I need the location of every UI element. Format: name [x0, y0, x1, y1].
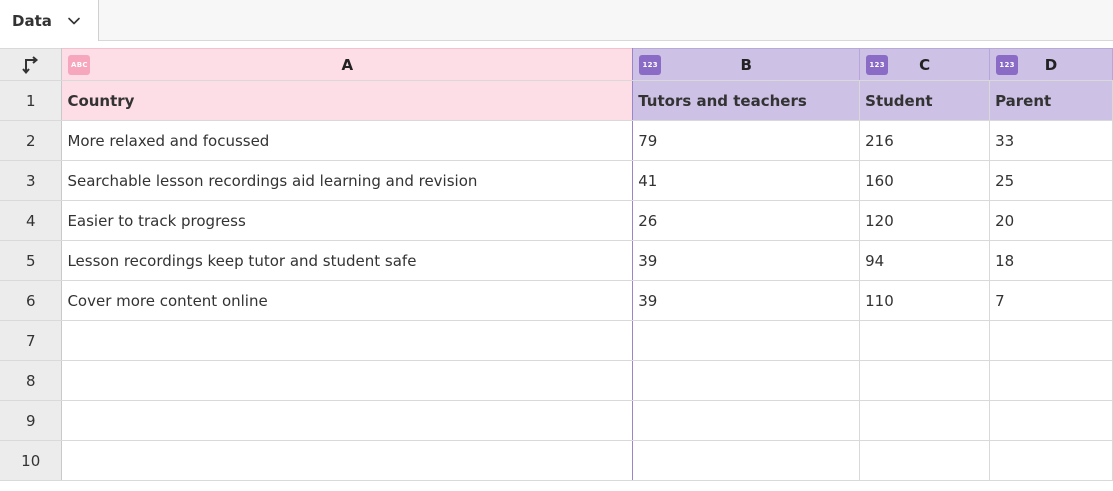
- row-number[interactable]: 10: [0, 440, 63, 481]
- table-cell[interactable]: Tutors and teachers: [632, 80, 861, 121]
- table-row: 10: [0, 440, 1113, 481]
- table-row: 5 Lesson recordings keep tutor and stude…: [0, 240, 1113, 281]
- table-cell[interactable]: [632, 400, 861, 441]
- table-row: 9: [0, 400, 1113, 441]
- row-number[interactable]: 3: [0, 160, 63, 201]
- column-header-d[interactable]: 123 D: [989, 48, 1113, 81]
- tab-data[interactable]: Data: [0, 0, 99, 41]
- tab-label: Data: [12, 11, 52, 30]
- column-header-b[interactable]: 123 B: [632, 48, 861, 81]
- table-cell[interactable]: [61, 320, 634, 361]
- table-cell[interactable]: Easier to track progress: [61, 200, 634, 241]
- table-cell[interactable]: [632, 360, 861, 401]
- table-row: 7: [0, 320, 1113, 361]
- table-cell[interactable]: [632, 320, 861, 361]
- table-cell[interactable]: 41: [632, 160, 861, 201]
- column-letter: A: [341, 55, 354, 74]
- table-cell[interactable]: 7: [989, 280, 1113, 321]
- table-cell[interactable]: [859, 360, 991, 401]
- table-cell[interactable]: [859, 440, 991, 481]
- table-cell[interactable]: [61, 440, 634, 481]
- table-cell[interactable]: 94: [859, 240, 991, 281]
- table-row: 1 Country Tutors and teachers Student Pa…: [0, 80, 1113, 121]
- row-number[interactable]: 5: [0, 240, 63, 281]
- table-cell[interactable]: More relaxed and focussed: [61, 120, 634, 161]
- row-number[interactable]: 2: [0, 120, 63, 161]
- table-cell[interactable]: 26: [632, 200, 861, 241]
- table-cell[interactable]: [859, 400, 991, 441]
- text-type-badge[interactable]: ABC: [68, 55, 91, 75]
- table-cell[interactable]: Parent: [989, 80, 1113, 121]
- table-cell[interactable]: Country: [61, 80, 634, 121]
- table-cell[interactable]: 33: [989, 120, 1113, 161]
- table-cell[interactable]: 216: [859, 120, 991, 161]
- table-cell[interactable]: Searchable lesson recordings aid learnin…: [61, 160, 634, 201]
- number-type-badge[interactable]: 123: [639, 55, 662, 75]
- table-row: 4 Easier to track progress 26 120 20: [0, 200, 1113, 241]
- table-row: 2 More relaxed and focussed 79 216 33: [0, 120, 1113, 161]
- table-cell[interactable]: [632, 440, 861, 481]
- column-letter: C: [919, 55, 931, 74]
- table-cell[interactable]: 120: [859, 200, 991, 241]
- row-number[interactable]: 8: [0, 360, 63, 401]
- table-cell[interactable]: 110: [859, 280, 991, 321]
- table-cell[interactable]: 39: [632, 240, 861, 281]
- table-row: 3 Searchable lesson recordings aid learn…: [0, 160, 1113, 201]
- number-type-badge[interactable]: 123: [866, 55, 889, 75]
- table-cell[interactable]: [989, 400, 1113, 441]
- number-type-badge[interactable]: 123: [996, 55, 1019, 75]
- table-cell[interactable]: 39: [632, 280, 861, 321]
- table-cell[interactable]: Student: [859, 80, 991, 121]
- column-header-row: ABC A 123 B 123 C 123 D: [0, 48, 1113, 81]
- row-number[interactable]: 4: [0, 200, 63, 241]
- column-header-c[interactable]: 123 C: [859, 48, 991, 81]
- table-cell[interactable]: [859, 320, 991, 361]
- row-number[interactable]: 7: [0, 320, 63, 361]
- table-cell[interactable]: 20: [989, 200, 1113, 241]
- table-cell[interactable]: [989, 320, 1113, 361]
- row-number[interactable]: 1: [0, 80, 63, 121]
- table-row: 6 Cover more content online 39 110 7: [0, 280, 1113, 321]
- row-number[interactable]: 6: [0, 280, 63, 321]
- tab-bar: Data: [0, 0, 1113, 41]
- table-cell[interactable]: [61, 360, 634, 401]
- tab-bar-divider: [99, 40, 1113, 41]
- table-cell[interactable]: 25: [989, 160, 1113, 201]
- column-header-a[interactable]: ABC A: [61, 48, 634, 81]
- table-cell[interactable]: [989, 440, 1113, 481]
- table-cell[interactable]: 79: [632, 120, 861, 161]
- table-cell[interactable]: Lesson recordings keep tutor and student…: [61, 240, 634, 281]
- table-cell[interactable]: 160: [859, 160, 991, 201]
- table-cell[interactable]: 18: [989, 240, 1113, 281]
- table-cell[interactable]: [61, 400, 634, 441]
- select-all-corner[interactable]: [0, 48, 63, 81]
- row-number[interactable]: 9: [0, 400, 63, 441]
- chevron-down-icon[interactable]: [66, 13, 82, 29]
- column-letter: B: [740, 55, 752, 74]
- table-cell[interactable]: [989, 360, 1113, 401]
- transpose-arrow-icon[interactable]: [21, 55, 41, 75]
- table-cell[interactable]: Cover more content online: [61, 280, 634, 321]
- column-letter: D: [1044, 55, 1058, 74]
- data-grid: ABC A 123 B 123 C 123 D 1 Country Tutors…: [0, 48, 1113, 481]
- table-row: 8: [0, 360, 1113, 401]
